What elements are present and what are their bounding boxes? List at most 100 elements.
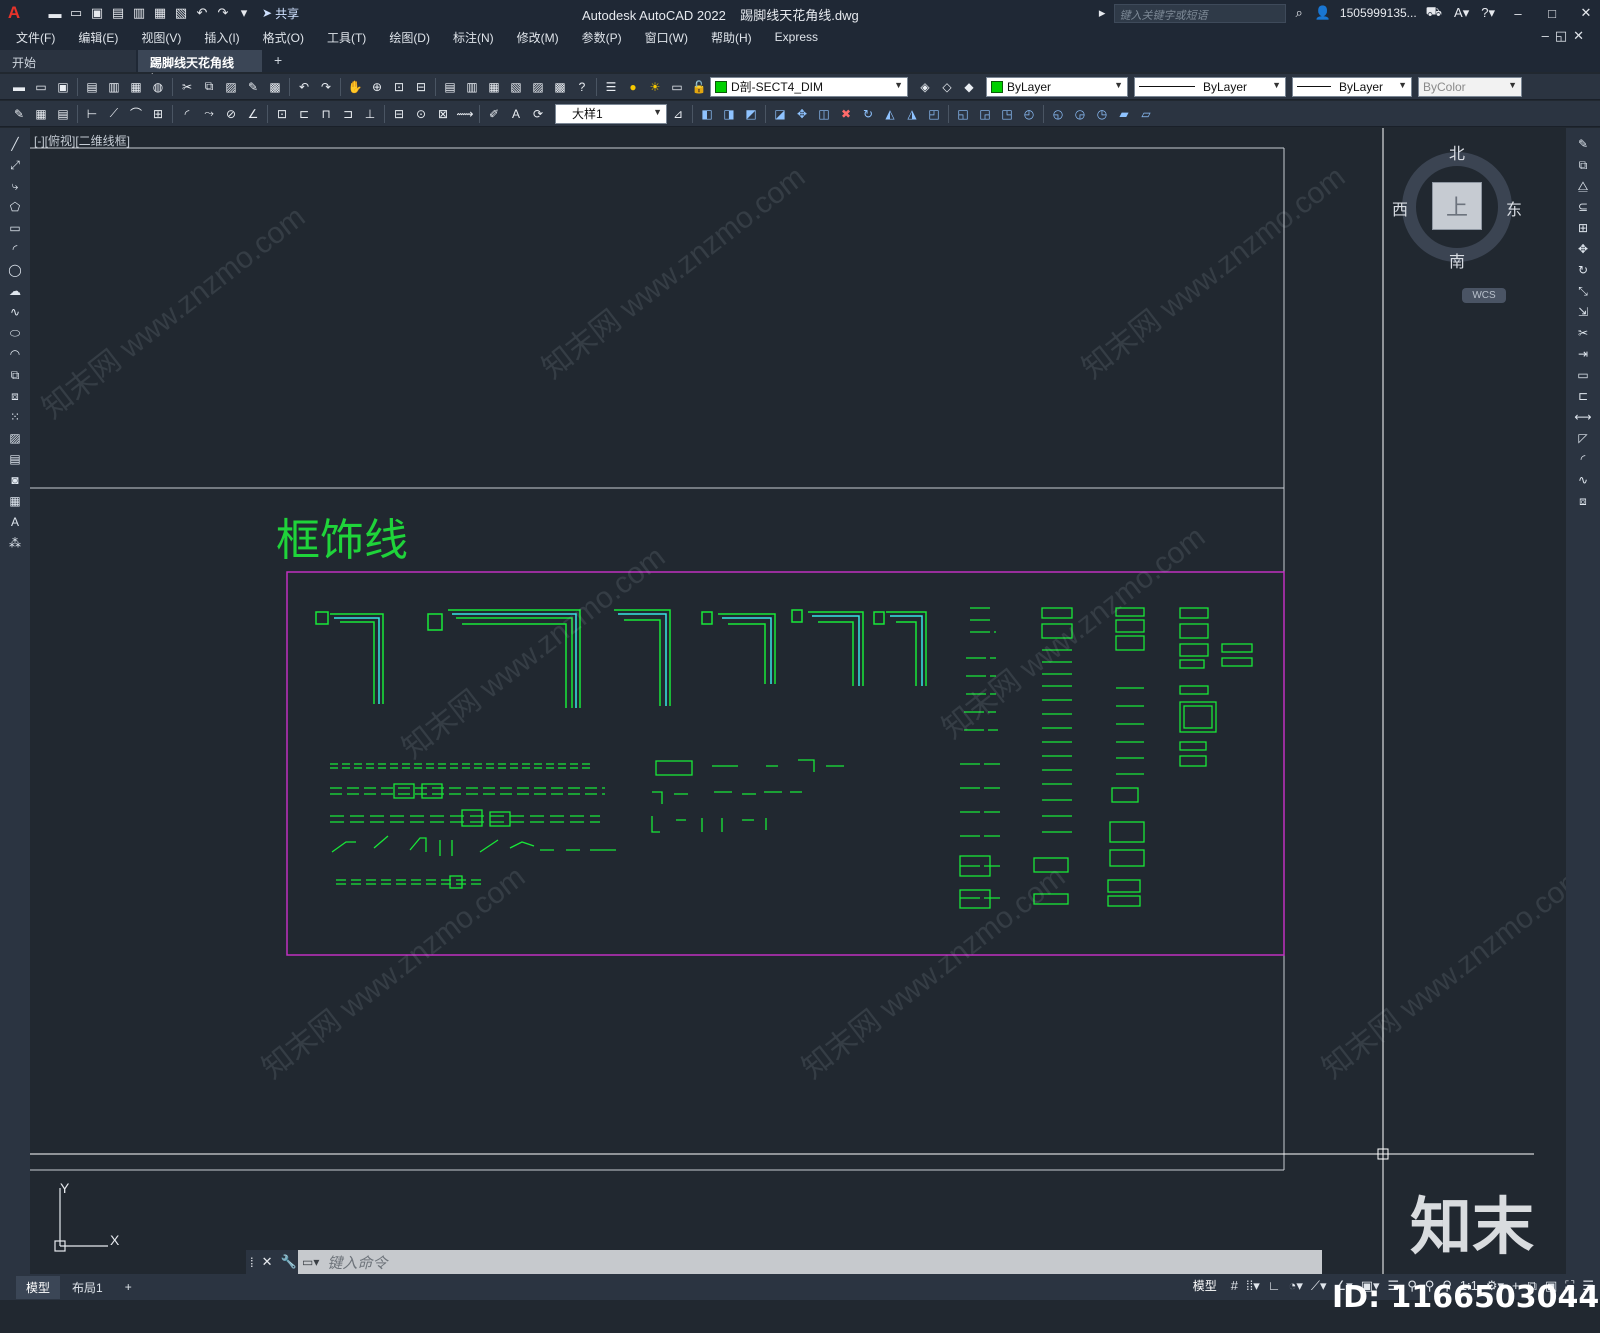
print-icon[interactable]: ▧ xyxy=(172,4,190,22)
import-icon[interactable]: ▥ xyxy=(130,4,148,22)
menu-help[interactable]: 帮助(H) xyxy=(711,29,752,46)
new-tab-button[interactable]: + xyxy=(264,48,292,72)
layer-on-icon[interactable]: ● xyxy=(623,77,643,97)
tab-model[interactable]: 模型 xyxy=(16,1275,61,1299)
offset-icon[interactable]: ⊆ xyxy=(1570,197,1596,217)
interfere-icon[interactable]: ◷ xyxy=(1092,104,1112,124)
imprint-icon[interactable]: ◰ xyxy=(924,104,944,124)
tab-start[interactable]: 开始 xyxy=(0,50,136,72)
extrude-icon[interactable]: ◪ xyxy=(770,104,790,124)
jogged-icon[interactable]: ⤳ xyxy=(199,104,219,124)
plotstyle-dropdown[interactable]: ByColor ▼ xyxy=(1418,76,1522,97)
document-window-controls[interactable]: –◱✕ xyxy=(1542,28,1590,44)
solid-subtract-icon[interactable]: ◩ xyxy=(741,104,761,124)
3d-print-icon[interactable]: ◍ xyxy=(148,77,168,97)
menu-express[interactable]: Express xyxy=(775,30,818,44)
calculator-icon[interactable]: ▩ xyxy=(550,77,570,97)
dimension-space-icon[interactable]: ⊐ xyxy=(338,104,358,124)
section-icon[interactable]: ◶ xyxy=(1070,104,1090,124)
help-icon[interactable]: ? xyxy=(572,77,592,97)
export-icon[interactable]: ▦ xyxy=(151,4,169,22)
menu-file[interactable]: 文件(F) xyxy=(16,29,55,46)
maximize-button[interactable]: □ xyxy=(1538,6,1566,21)
line-icon[interactable]: ╱ xyxy=(2,134,28,154)
pan-icon[interactable]: ✋ xyxy=(345,77,365,97)
qnew-icon[interactable]: ▬ xyxy=(9,77,29,97)
plot-preview-icon[interactable]: ▥ xyxy=(104,77,124,97)
explode-icon[interactable]: ⧈ xyxy=(1570,491,1596,511)
menu-edit[interactable]: 编辑(E) xyxy=(78,29,118,46)
copy-object-icon[interactable]: ⧉ xyxy=(1570,155,1596,175)
rotate-faces-icon[interactable]: ↻ xyxy=(858,104,878,124)
point-icon[interactable]: ⁙ xyxy=(2,407,28,427)
dimension-break-icon[interactable]: ⊥ xyxy=(360,104,380,124)
lineweight-dropdown[interactable]: ByLayer ▼ xyxy=(1292,76,1412,97)
layer-freeze-icon[interactable]: ☀ xyxy=(645,77,665,97)
spline-icon[interactable]: ∿ xyxy=(2,302,28,322)
angular-icon[interactable]: ∠ xyxy=(243,104,263,124)
help-search-input[interactable]: 键入关键字或短语 xyxy=(1114,3,1287,23)
match-properties-icon[interactable]: ✎ xyxy=(243,77,263,97)
ellipse-arc-icon[interactable]: ◠ xyxy=(2,344,28,364)
move-3d-icon[interactable]: ✥ xyxy=(792,104,812,124)
viewcube-east[interactable]: 东 xyxy=(1506,196,1522,220)
thicken-icon[interactable]: ▰ xyxy=(1114,104,1134,124)
trim-icon[interactable]: ✂ xyxy=(1570,323,1596,343)
wcs-menu-button[interactable]: WCS xyxy=(1462,288,1506,303)
gradient-icon[interactable]: ▤ xyxy=(2,449,28,469)
insert-block-icon[interactable]: ⧉ xyxy=(2,365,28,385)
drawing-area[interactable]: [-][俯视][二维线框] 框饰线 Y X 上 北 南 西 东 WCS 知末网 … xyxy=(30,128,1566,1274)
open-file-icon[interactable]: ▭ xyxy=(67,4,85,22)
blend-curves-icon[interactable]: ∿ xyxy=(1570,470,1596,490)
customize-wrench-icon[interactable]: 🔧 xyxy=(281,1254,297,1270)
layer-state-icon[interactable]: ◆ xyxy=(959,77,979,97)
color-dropdown[interactable]: ByLayer ▼ xyxy=(986,76,1128,97)
make-current-layer-icon[interactable]: ◈ xyxy=(915,77,935,97)
dimension-update-icon[interactable]: ⟳ xyxy=(528,104,548,124)
break-at-point-icon[interactable]: ▭ xyxy=(1570,365,1596,385)
command-close-icon[interactable]: ✕ xyxy=(262,1254,273,1270)
aligned-dimension-icon[interactable]: ⟋ xyxy=(104,104,124,124)
dimension-style-manager-icon[interactable]: ⊿ xyxy=(668,104,688,124)
undo-icon[interactable]: ↶ xyxy=(193,4,211,22)
viewcube-top-face[interactable]: 上 xyxy=(1432,182,1482,230)
block-editor-icon[interactable]: ▩ xyxy=(265,77,285,97)
isodraft-icon[interactable]: ⟋▾ xyxy=(1309,1278,1329,1294)
ruler-icon[interactable]: ▦ xyxy=(31,104,51,124)
publish-icon[interactable]: ▦ xyxy=(126,77,146,97)
chamfer-icon[interactable]: ◸ xyxy=(1570,428,1596,448)
menu-insert[interactable]: 插入(I) xyxy=(204,29,239,46)
diameter-icon[interactable]: ⊘ xyxy=(221,104,241,124)
tab-active-drawing[interactable]: 踢脚线天花角线*✕ xyxy=(138,50,262,85)
continue-icon[interactable]: ⊓ xyxy=(316,104,336,124)
layer-properties-icon[interactable]: ☰ xyxy=(601,77,621,97)
polygon-icon[interactable]: ⬠ xyxy=(2,197,28,217)
menu-format[interactable]: 格式(O) xyxy=(263,29,304,46)
save-icon[interactable]: ▣ xyxy=(88,4,106,22)
ordinate-icon[interactable]: ⊞ xyxy=(148,104,168,124)
solid-box-icon[interactable]: ◧ xyxy=(697,104,717,124)
menu-tools[interactable]: 工具(T) xyxy=(327,29,366,46)
expand-arrow-icon[interactable]: ▸ xyxy=(1096,5,1109,21)
save-icon[interactable]: ▣ xyxy=(53,77,73,97)
tool-palettes-icon[interactable]: ▦ xyxy=(484,77,504,97)
menu-parametric[interactable]: 参数(P) xyxy=(582,29,622,46)
autocad-logo-icon[interactable]: A xyxy=(0,0,28,26)
minimize-button[interactable]: – xyxy=(1504,6,1532,21)
save-as-icon[interactable]: ▤ xyxy=(109,4,127,22)
separate-icon[interactable]: ◲ xyxy=(975,104,995,124)
layer-previous-icon[interactable]: ◇ xyxy=(937,77,957,97)
fillet-icon[interactable]: ◜ xyxy=(1570,449,1596,469)
dimension-style-dropdown[interactable]: 大样1 ▼ xyxy=(555,103,667,124)
construction-line-icon[interactable]: ⤢ xyxy=(2,155,28,175)
dimension-edit-icon[interactable]: ✐ xyxy=(484,104,504,124)
menu-dimension[interactable]: 标注(N) xyxy=(453,29,494,46)
region-icon[interactable]: ◙ xyxy=(2,470,28,490)
command-input[interactable]: 键入命令 xyxy=(327,1252,387,1273)
rotate-icon[interactable]: ↻ xyxy=(1570,260,1596,280)
markup-icon[interactable]: ▨ xyxy=(528,77,548,97)
stretch-icon[interactable]: ⇲ xyxy=(1570,302,1596,322)
copy-faces-icon[interactable]: ◫ xyxy=(814,104,834,124)
shell-icon[interactable]: ◱ xyxy=(953,104,973,124)
tolerance-icon[interactable]: ⊟ xyxy=(389,104,409,124)
